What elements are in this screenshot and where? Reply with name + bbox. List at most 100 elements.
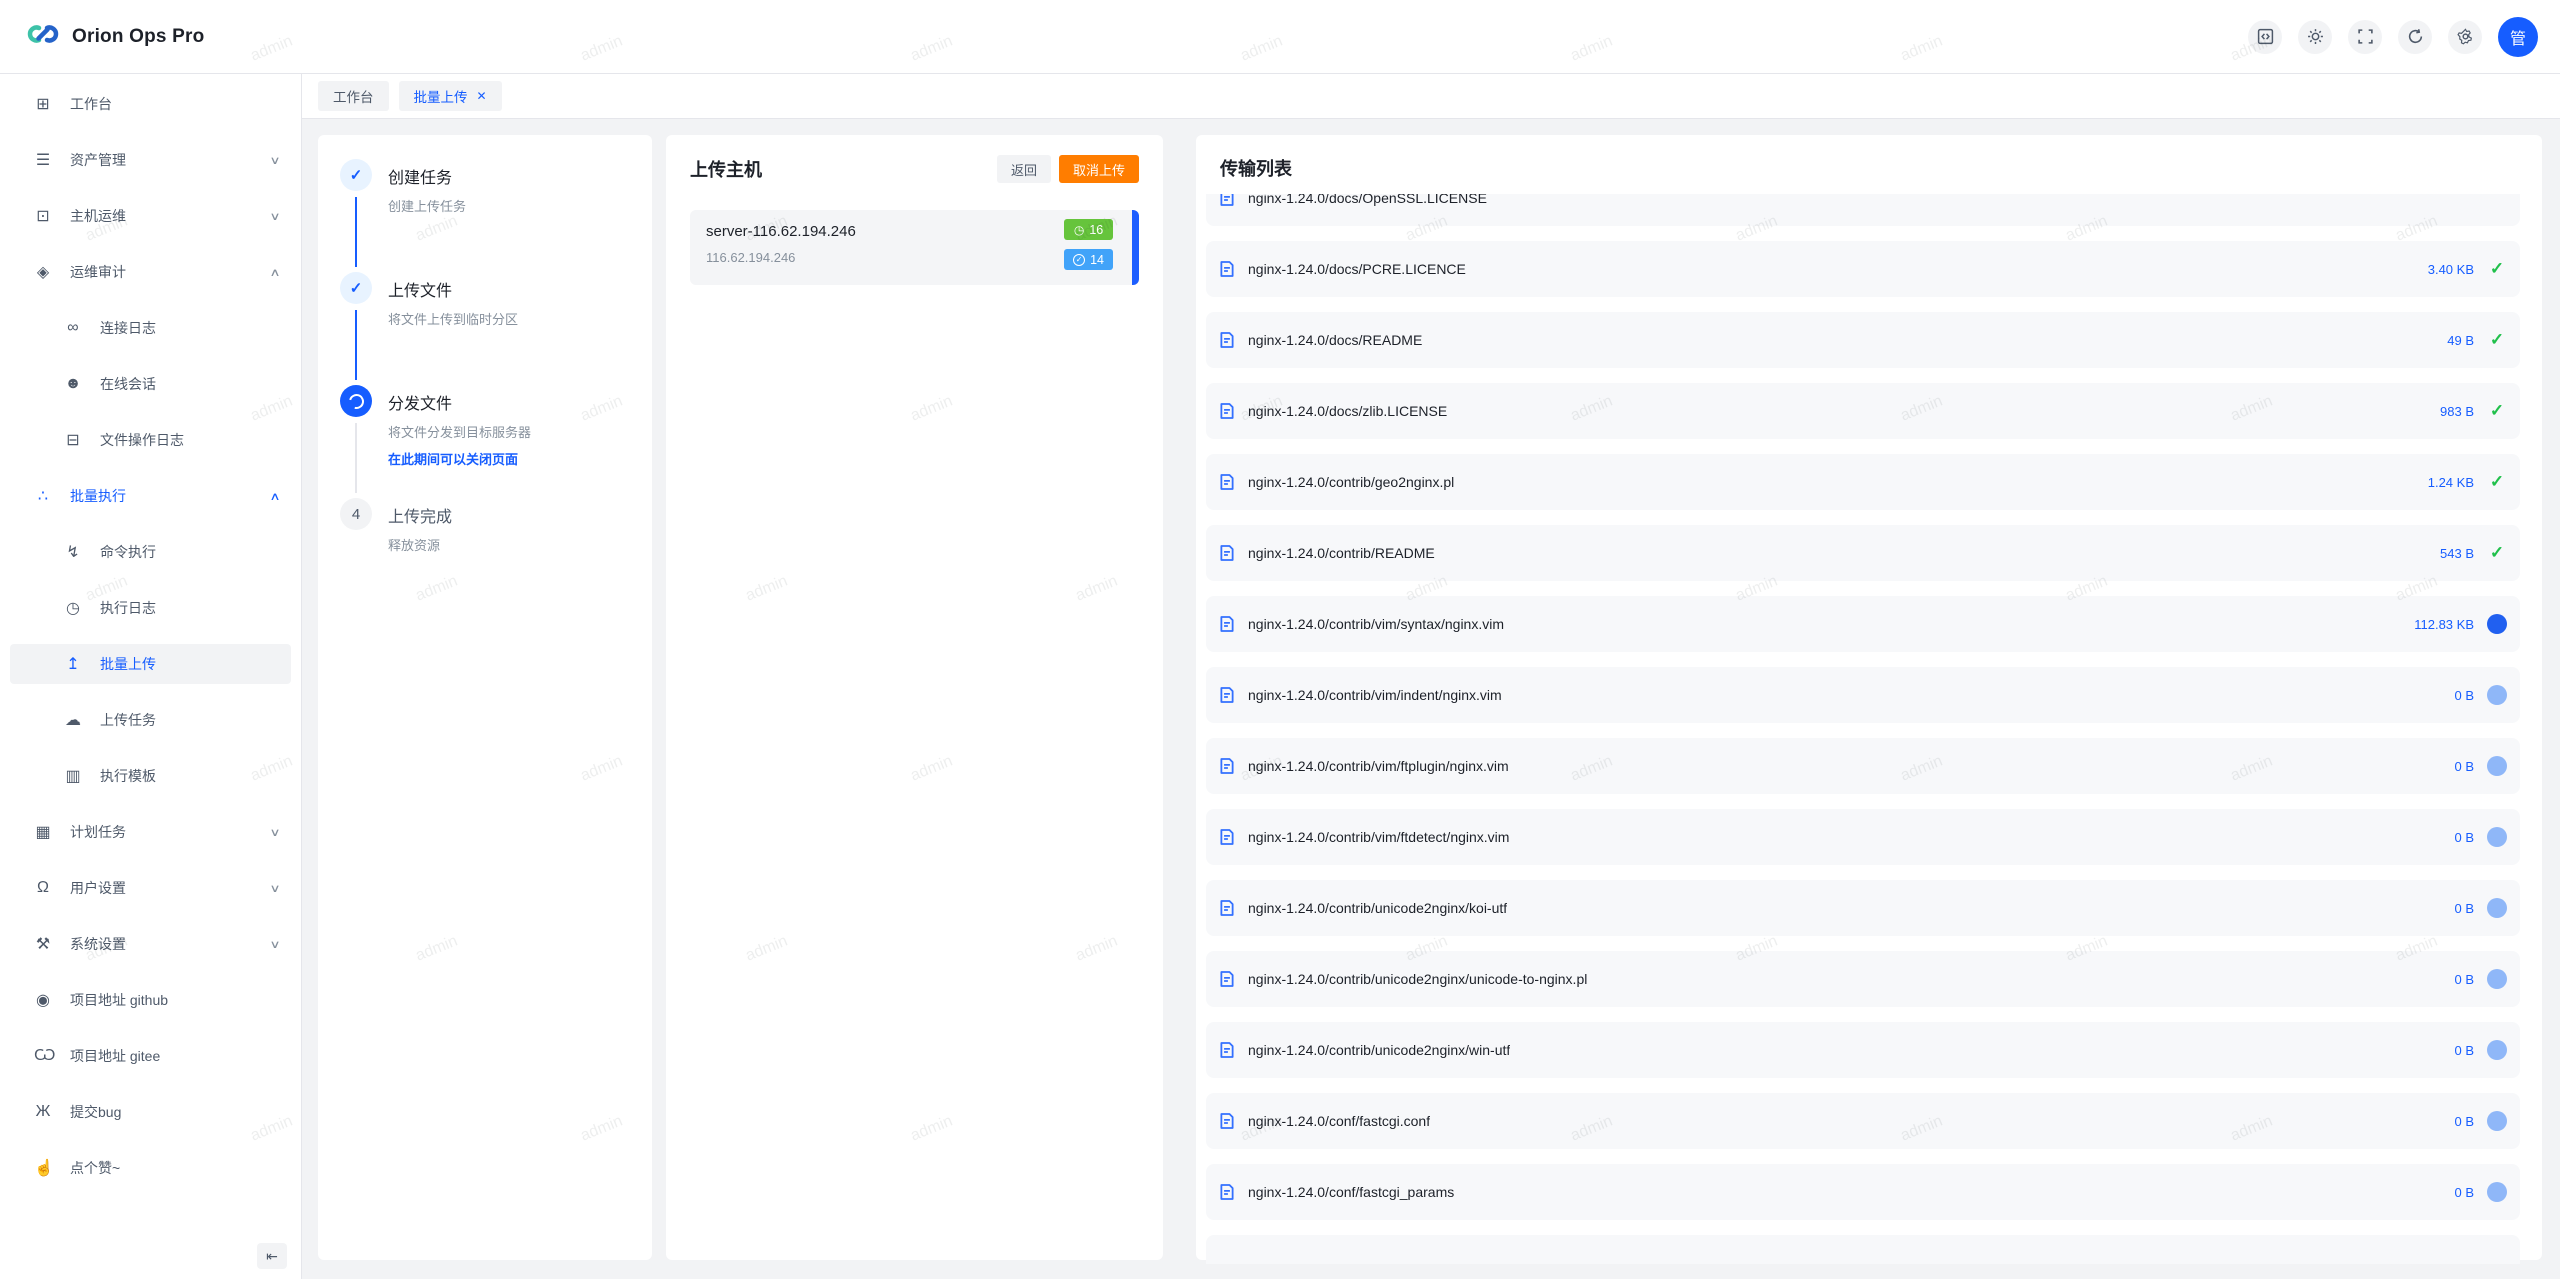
- file-size: 0 B: [2454, 972, 2474, 987]
- file-size: 0 B: [2454, 1043, 2474, 1058]
- sidebar-item-label: 工作台: [70, 94, 112, 114]
- thumbs-up-icon: ☝: [34, 1158, 52, 1178]
- sidebar-item-label: 批量执行: [70, 486, 126, 506]
- file-path: nginx-1.24.0/contrib/vim/ftdetect/nginx.…: [1248, 829, 1509, 845]
- sidebar-collapse-button[interactable]: ⇤: [257, 1243, 287, 1269]
- file-path: nginx-1.24.0/docs/zlib.LICENSE: [1248, 403, 1447, 419]
- sidebar-menu-item[interactable]: Ѡ 项目地址 gitee: [10, 1036, 291, 1076]
- sidebar-menu-item[interactable]: ⊡ 主机运维 ∨: [10, 196, 291, 236]
- step-state-icon: 4: [340, 498, 372, 530]
- sidebar-menu-item[interactable]: ⚒ 系统设置 ∨: [10, 924, 291, 964]
- sidebar-menu-item[interactable]: ◈ 运维审计 ∧: [10, 252, 291, 292]
- sidebar-menu-item[interactable]: ◷ 执行日志: [10, 588, 291, 628]
- step-title: 分发文件: [388, 390, 531, 414]
- pending-count-badge: ◷ 16: [1064, 219, 1113, 240]
- sidebar-menu-item[interactable]: ⊞ 工作台: [10, 84, 291, 124]
- file-icon: [1218, 473, 1236, 491]
- file-icon: [1218, 331, 1236, 349]
- sidebar-menu-item[interactable]: ↥ 批量上传: [10, 644, 291, 684]
- file-icon: [1218, 615, 1236, 633]
- exec-log-icon: ◷: [64, 598, 82, 618]
- tab-label: 批量上传: [414, 86, 468, 106]
- avatar[interactable]: 管: [2498, 17, 2538, 57]
- settings-gear-icon[interactable]: [2448, 20, 2482, 54]
- transfer-list-panel: 传输列表 nginx-1.24.0/docs/OpenSSL.LICENSE: [1196, 135, 2542, 1260]
- sidebar-menu-item[interactable]: ∞ 连接日志: [10, 308, 291, 348]
- cancel-upload-button[interactable]: 取消上传: [1059, 155, 1139, 183]
- transfer-file-list: nginx-1.24.0/docs/OpenSSL.LICENSE nginx-…: [1196, 194, 2542, 1264]
- page-tab[interactable]: 批量上传 ✕: [399, 81, 502, 111]
- logo: Orion Ops Pro: [0, 22, 204, 51]
- sidebar-menu-item[interactable]: Ω 用户设置 ∨: [10, 868, 291, 908]
- sidebar-menu-item[interactable]: ⊟ 文件操作日志: [10, 420, 291, 460]
- sidebar-item-label: 运维审计: [70, 262, 126, 282]
- file-status-icon: [2487, 1111, 2507, 1131]
- sidebar-menu-item[interactable]: ☻ 在线会话: [10, 364, 291, 404]
- file-icon: [1218, 757, 1236, 775]
- github-icon: ◉: [34, 990, 52, 1010]
- sidebar-item-label: 提交bug: [70, 1102, 121, 1122]
- page: Orion Ops Pro: [0, 0, 2560, 1279]
- sidebar-menu-item[interactable]: ☝ 点个赞~: [10, 1148, 291, 1188]
- file-status-icon: [2487, 1040, 2507, 1060]
- file-path: nginx-1.24.0/conf/fastcgi.conf: [1248, 1113, 1430, 1129]
- file-path: nginx-1.24.0/contrib/geo2nginx.pl: [1248, 474, 1454, 490]
- transfer-file-row: nginx-1.24.0/contrib/unicode2nginx/koi-u…: [1206, 880, 2520, 936]
- theme-sun-icon[interactable]: [2298, 20, 2332, 54]
- sidebar-menu-item[interactable]: ☁ 上传任务: [10, 700, 291, 740]
- file-size: 0 B: [2454, 830, 2474, 845]
- sidebar-menu-item[interactable]: ∴ 批量执行 ∧: [10, 476, 291, 516]
- file-path: nginx-1.24.0/contrib/unicode2nginx/unico…: [1248, 971, 1587, 987]
- file-path: nginx-1.24.0/contrib/vim/ftplugin/nginx.…: [1248, 758, 1509, 774]
- file-size: 1.24 KB: [2428, 475, 2474, 490]
- sidebar-item-label: 命令执行: [100, 542, 156, 562]
- file-icon: [1218, 402, 1236, 420]
- sidebar-menu-item[interactable]: Ж 提交bug: [10, 1092, 291, 1132]
- file-size: 0 B: [2454, 688, 2474, 703]
- fullscreen-icon[interactable]: [2348, 20, 2382, 54]
- tab-label: 工作台: [333, 86, 374, 106]
- sidebar-menu-item[interactable]: ▦ 计划任务 ∨: [10, 812, 291, 852]
- transfer-file-row: nginx-1.24.0/contrib/unicode2nginx/win-u…: [1206, 1022, 2520, 1078]
- back-button[interactable]: 返回: [997, 155, 1051, 183]
- step-connector: [355, 423, 357, 493]
- file-size: 112.83 KB: [2414, 617, 2474, 632]
- file-status-icon: [2487, 898, 2507, 918]
- transfer-file-row: nginx-1.24.0/contrib/README 543 B: [1206, 525, 2520, 581]
- wizard-step: 4 上传完成 释放资源: [340, 498, 630, 554]
- file-path: nginx-1.24.0/conf/fastcgi_params: [1248, 1184, 1454, 1200]
- command-exec-icon: ↯: [64, 542, 82, 562]
- file-path: nginx-1.24.0/contrib/README: [1248, 545, 1435, 561]
- upload-task-icon: ☁: [64, 710, 82, 730]
- sidebar-menu-item[interactable]: ▥ 执行模板: [10, 756, 291, 796]
- step-description: 创建上传任务: [388, 196, 466, 215]
- file-size: 983 B: [2440, 404, 2474, 419]
- chevron-icon: ∨: [269, 826, 280, 839]
- transfer-file-row: [1206, 1235, 2520, 1264]
- clock-icon: ◷: [1074, 224, 1084, 236]
- file-log-icon: ⊟: [64, 430, 82, 450]
- step-title: 上传文件: [388, 277, 518, 301]
- close-icon[interactable]: ✕: [477, 89, 487, 103]
- file-status-icon: [2487, 330, 2507, 350]
- server-card[interactable]: server-116.62.194.246 116.62.194.246 ◷ 1…: [690, 210, 1139, 285]
- page-tab[interactable]: 工作台: [318, 81, 389, 111]
- check-icon: ✓: [350, 279, 363, 297]
- sidebar-menu-item[interactable]: ☰ 资产管理 ∨: [10, 140, 291, 180]
- wizard-step: ✓ 创建任务 创建上传任务: [340, 159, 630, 272]
- refresh-icon[interactable]: [2398, 20, 2432, 54]
- sidebar-menu-item[interactable]: ↯ 命令执行: [10, 532, 291, 572]
- online-session-icon: ☻: [64, 375, 82, 393]
- file-path: nginx-1.24.0/docs/README: [1248, 332, 1422, 348]
- transfer-file-row: nginx-1.24.0/contrib/vim/ftdetect/nginx.…: [1206, 809, 2520, 865]
- chevron-icon: ∨: [269, 882, 280, 895]
- header-actions: 管: [2248, 17, 2560, 57]
- code-square-icon[interactable]: [2248, 20, 2282, 54]
- sidebar-menu-item[interactable]: ◉ 项目地址 github: [10, 980, 291, 1020]
- done-count-badge: ✓ 14: [1064, 249, 1113, 270]
- link-icon: ∞: [64, 319, 82, 337]
- step-description: 释放资源: [388, 535, 452, 554]
- chevron-icon: ∨: [269, 210, 280, 223]
- sidebar-item-label: 计划任务: [70, 822, 126, 842]
- step-description: 将文件分发到目标服务器: [388, 422, 531, 441]
